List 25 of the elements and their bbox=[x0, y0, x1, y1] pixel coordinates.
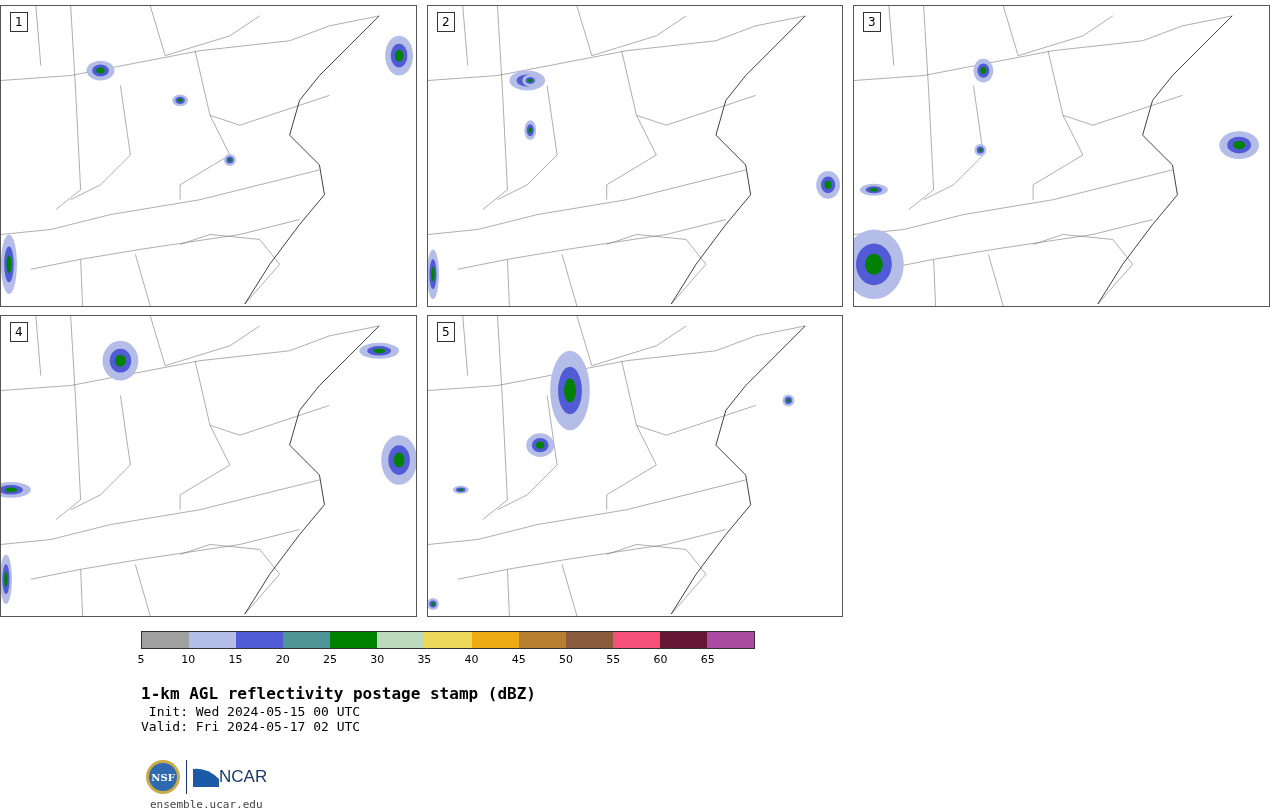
scale-tick-label: 15 bbox=[228, 653, 243, 666]
scale-tick-label: 55 bbox=[606, 653, 621, 666]
scale-tick-label: 30 bbox=[370, 653, 385, 666]
scale-tick-label: 10 bbox=[181, 653, 196, 666]
scale-tick-label: 20 bbox=[275, 653, 290, 666]
panel-number: 2 bbox=[437, 12, 455, 32]
scale-tick-label: 40 bbox=[464, 653, 479, 666]
scale-tick-label: 35 bbox=[417, 653, 432, 666]
scale-tick-label: 65 bbox=[700, 653, 715, 666]
panel-number: 3 bbox=[863, 12, 881, 32]
logo-text: NCAR bbox=[219, 766, 268, 789]
valid-time: Valid: Fri 2024-05-17 02 UTC bbox=[141, 719, 362, 734]
init-time: Init: Wed 2024-05-15 00 UTC bbox=[147, 704, 362, 719]
panel-number: 1 bbox=[10, 12, 28, 32]
scale-tick-label: 45 bbox=[511, 653, 526, 666]
panel-number: 4 bbox=[10, 322, 28, 342]
panel-number: 5 bbox=[437, 322, 455, 342]
scale-tick-label: 60 bbox=[653, 653, 668, 666]
scale-tick-label: 50 bbox=[559, 653, 574, 666]
seal-text: NSF bbox=[149, 763, 177, 791]
swoosh-icon bbox=[193, 767, 219, 787]
scale-tick-label: 25 bbox=[322, 653, 337, 666]
chart-title: 1-km AGL reflectivity postage stamp (dBZ) bbox=[141, 684, 537, 704]
site-url: ensemble.ucar.edu bbox=[150, 798, 264, 809]
scale-tick-label: 5 bbox=[137, 653, 145, 666]
